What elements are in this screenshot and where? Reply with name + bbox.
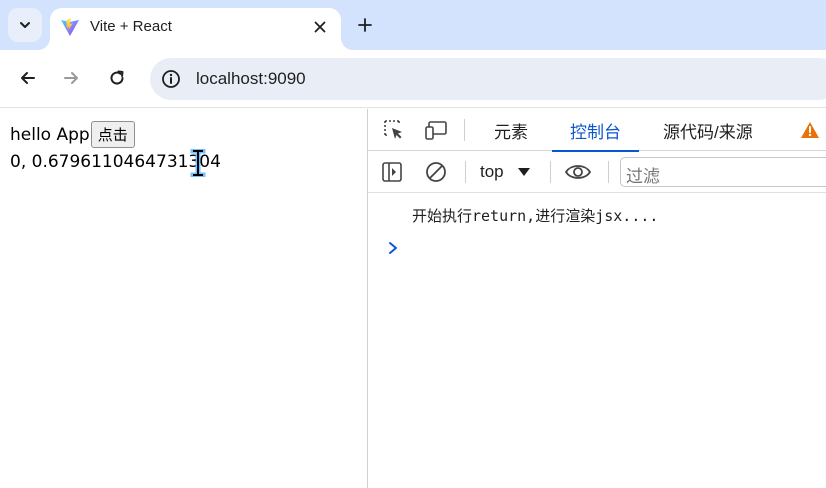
separator [550, 161, 551, 183]
tab-strip: Vite + React [0, 0, 826, 50]
text-cursor-icon [190, 149, 206, 177]
sidebar-icon [382, 162, 402, 182]
dropdown-arrow-icon [517, 168, 530, 176]
browser-tab[interactable]: Vite + React [50, 8, 341, 50]
back-button[interactable] [14, 64, 42, 92]
reload-icon [110, 70, 124, 85]
inspect-element-button[interactable] [380, 117, 408, 143]
context-selector[interactable]: top [480, 159, 530, 185]
new-tab-button[interactable] [352, 12, 378, 38]
browser-toolbar: localhost:9090 [0, 50, 826, 108]
arrow-left-icon [21, 72, 35, 84]
arrow-right-icon [64, 72, 78, 84]
context-label: top [480, 162, 504, 181]
device-toolbar-button[interactable] [422, 117, 450, 143]
chevron-right-icon[interactable] [386, 240, 400, 256]
tab-close-button[interactable] [309, 16, 331, 38]
address-bar[interactable]: localhost:9090 [150, 58, 826, 100]
page-viewport: hello App 点击 0, 0.6796110464731304 [0, 109, 367, 488]
separator [464, 119, 465, 141]
tab-sources[interactable]: 源代码/来源 [645, 109, 771, 151]
inspect-icon [384, 120, 402, 139]
show-sidebar-button[interactable] [378, 159, 406, 185]
tab-title: Vite + React [90, 18, 172, 35]
forward-button[interactable] [57, 64, 85, 92]
block-icon [426, 162, 446, 182]
vite-logo-icon [61, 18, 79, 36]
console-message: 开始执行return,进行渲染jsx.... [412, 207, 659, 225]
hello-row: hello App 点击 [10, 121, 135, 148]
live-expression-button[interactable] [564, 159, 592, 185]
close-icon [314, 21, 326, 33]
tab-search-button[interactable] [8, 8, 42, 42]
tab-console[interactable]: 控制台 [552, 109, 639, 152]
url-text: localhost:9090 [196, 69, 306, 88]
chevron-down-icon [20, 22, 30, 28]
console-toolbar: top 过滤 [368, 151, 826, 193]
separator [608, 161, 609, 183]
eye-icon [564, 165, 592, 179]
hello-text: hello App [10, 124, 90, 145]
device-icon [425, 121, 447, 140]
tab-elements[interactable]: 元素 [476, 109, 546, 151]
devtools-panel: 元素 控制台 源代码/来源 top 过滤 开始执行return,进行渲染jsx.… [367, 109, 826, 488]
clear-console-button[interactable] [422, 159, 450, 185]
reload-button[interactable] [103, 64, 131, 92]
click-button[interactable]: 点击 [90, 121, 135, 148]
site-info-icon[interactable] [160, 68, 182, 90]
devtools-tabbar: 元素 控制台 源代码/来源 [368, 109, 826, 152]
separator [465, 161, 466, 183]
plus-icon [358, 18, 372, 32]
warning-icon[interactable] [800, 121, 820, 139]
filter-input[interactable]: 过滤 [620, 157, 826, 187]
